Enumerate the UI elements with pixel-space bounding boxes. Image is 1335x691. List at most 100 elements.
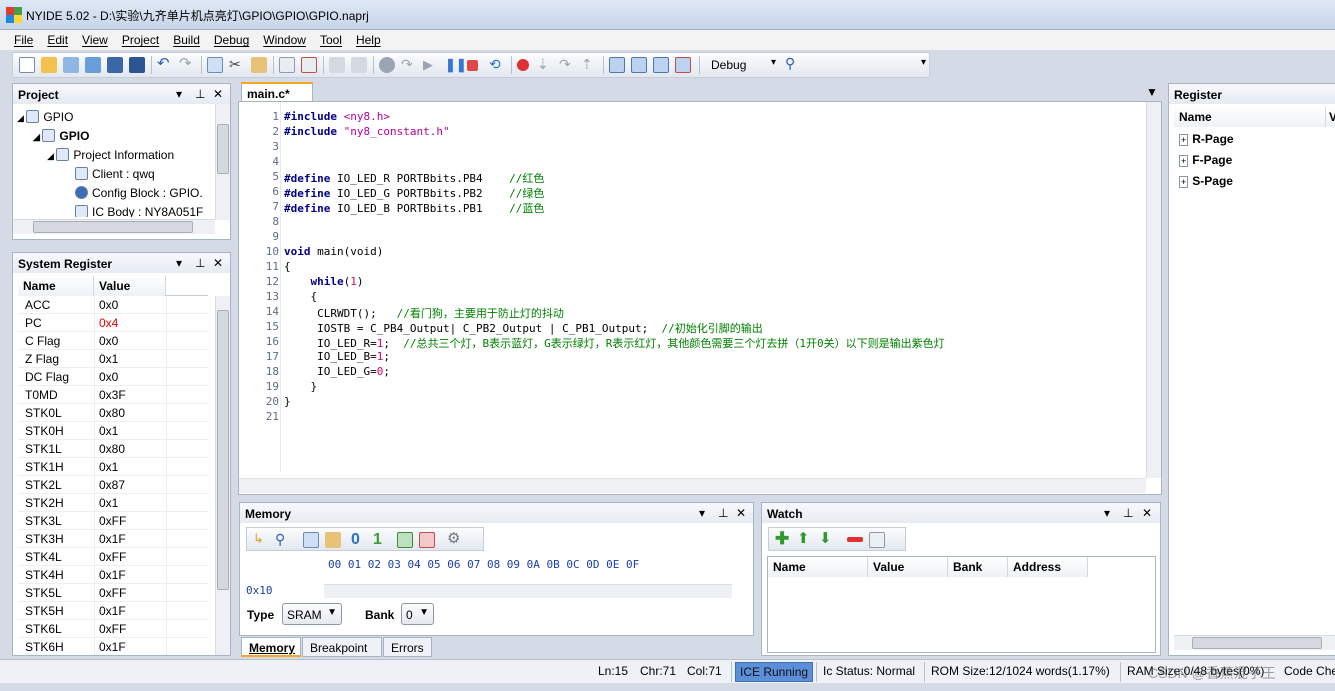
- add-watch-icon[interactable]: ✚: [775, 530, 791, 548]
- tab-memory[interactable]: Memory: [241, 637, 301, 657]
- pause-icon[interactable]: ❚❚: [445, 57, 467, 73]
- close-icon[interactable]: ✕: [213, 256, 223, 270]
- menu-tool[interactable]: Tool: [313, 31, 349, 47]
- paste-icon[interactable]: [251, 57, 267, 73]
- project-vscroll[interactable]: [215, 104, 230, 220]
- register-vscroll[interactable]: [215, 296, 230, 655]
- code-line[interactable]: IO_LED_R=1; //总共三个灯，B表示蓝灯，G表示绿灯，R表示红灯，其他…: [284, 335, 944, 351]
- copy-icon[interactable]: [303, 532, 319, 548]
- run-icon[interactable]: ▶: [423, 57, 439, 73]
- register-row[interactable]: PC 0x4: [18, 314, 208, 332]
- watch-column-value[interactable]: Value: [868, 557, 948, 577]
- close-icon[interactable]: ✕: [736, 506, 746, 520]
- register-row[interactable]: STK2L 0x87: [18, 476, 208, 494]
- tab-breakpoint[interactable]: Breakpoint: [302, 637, 382, 657]
- pin-icon[interactable]: ⊥: [195, 87, 205, 101]
- register-row[interactable]: C Flag 0x0: [18, 332, 208, 350]
- pin-icon[interactable]: ⊥: [195, 256, 205, 270]
- step-out-icon[interactable]: ⇡: [581, 57, 597, 73]
- code-line[interactable]: #include "ny8_constant.h": [284, 125, 450, 138]
- find-icon[interactable]: ⚲: [275, 532, 291, 548]
- code-line[interactable]: IOSTB = C_PB4_Output| C_PB2_Output | C_P…: [284, 320, 763, 336]
- step-into-icon[interactable]: ⇣: [537, 57, 553, 73]
- register-row[interactable]: T0MD 0x3F: [18, 386, 208, 404]
- watch-column-address[interactable]: Address: [1008, 557, 1088, 577]
- breakpoint-icon[interactable]: [517, 59, 529, 71]
- build-config-select[interactable]: Debug ▾: [707, 56, 779, 74]
- tree-item-config-block[interactable]: Config Block : GPIO.: [75, 186, 203, 200]
- menu-file[interactable]: File: [7, 31, 40, 47]
- panel-menu-icon[interactable]: ▾: [176, 87, 182, 101]
- code-line[interactable]: CLRWDT(); //看门狗，主要用于防止灯的抖动: [284, 305, 564, 321]
- register-row[interactable]: STK0H 0x1: [18, 422, 208, 440]
- code-line[interactable]: }: [284, 380, 317, 393]
- tab-errors[interactable]: Errors: [383, 637, 432, 657]
- column-value[interactable]: Value: [94, 276, 166, 296]
- menu-edit[interactable]: Edit: [40, 31, 75, 47]
- code-line[interactable]: #include <ny8.h>: [284, 110, 390, 123]
- code-editor[interactable]: 1 #include <ny8.h> 2 #include "ny8_constant…: [238, 101, 1162, 495]
- pin-icon[interactable]: ⊥: [1123, 506, 1133, 520]
- editor-menu-icon[interactable]: ▼: [1146, 85, 1158, 99]
- register-row[interactable]: STK4L 0xFF: [18, 548, 208, 566]
- undo-icon[interactable]: ↶: [157, 56, 173, 73]
- tree-item-ic-body[interactable]: IC Body : NY8A051F: [75, 205, 203, 217]
- fill-zero-icon[interactable]: 0: [351, 532, 367, 548]
- code-line[interactable]: void main(void): [284, 245, 383, 258]
- remove-watch-icon[interactable]: [847, 537, 863, 542]
- rebuild-icon[interactable]: [351, 57, 367, 73]
- pin-icon[interactable]: ⊥: [718, 506, 728, 520]
- save-icon[interactable]: [107, 57, 123, 73]
- save-as-icon[interactable]: [85, 57, 101, 73]
- tree-item-solution[interactable]: ◢ GPIO: [17, 110, 73, 124]
- paste-icon[interactable]: [325, 532, 341, 548]
- register-row[interactable]: STK6H 0x1F: [18, 638, 208, 655]
- register-row[interactable]: STK3L 0xFF: [18, 512, 208, 530]
- code-line[interactable]: #define IO_LED_G PORTBbits.PB2 //绿色: [284, 185, 544, 201]
- code-line[interactable]: #define IO_LED_B PORTBbits.PB1 //蓝色: [284, 200, 544, 216]
- save-all-icon[interactable]: [129, 57, 145, 73]
- open-project-icon[interactable]: [63, 57, 79, 73]
- watch-view-icon[interactable]: [653, 57, 669, 73]
- register-row[interactable]: Z Flag 0x1: [18, 350, 208, 368]
- close-icon[interactable]: ✕: [1142, 506, 1152, 520]
- import-icon[interactable]: [397, 532, 413, 548]
- register-page-s[interactable]: + S-Page: [1179, 174, 1233, 188]
- clear-all-icon[interactable]: [869, 532, 885, 548]
- bank-select[interactable]: 0 ▼: [401, 603, 434, 625]
- panel-menu-icon[interactable]: ▾: [1104, 506, 1110, 520]
- move-up-icon[interactable]: ⬆: [797, 531, 813, 548]
- menu-view[interactable]: View: [75, 31, 115, 47]
- menu-help[interactable]: Help: [349, 31, 388, 47]
- code-line[interactable]: #define IO_LED_R PORTBbits.PB4 //红色: [284, 170, 544, 186]
- register-row[interactable]: ACC 0x0: [18, 296, 208, 314]
- export-icon[interactable]: [419, 532, 435, 548]
- register-row[interactable]: STK3H 0x1F: [18, 530, 208, 548]
- open-folder-icon[interactable]: [41, 57, 57, 73]
- register-row[interactable]: STK5L 0xFF: [18, 584, 208, 602]
- column-name[interactable]: Name: [18, 276, 94, 296]
- settings-gear-icon[interactable]: ⚙: [447, 531, 463, 548]
- menu-debug[interactable]: Debug: [207, 31, 256, 47]
- cut-icon[interactable]: ✂: [229, 57, 245, 73]
- find-combo[interactable]: ⚲ ▾: [785, 55, 929, 74]
- menu-window[interactable]: Window: [256, 31, 313, 47]
- register-row[interactable]: STK6L 0xFF: [18, 620, 208, 638]
- panel-menu-icon[interactable]: ▾: [699, 506, 705, 520]
- comment-icon[interactable]: [279, 57, 295, 73]
- tree-item-project[interactable]: ◢ GPIO: [33, 129, 89, 143]
- column-name[interactable]: Name: [1174, 107, 1326, 127]
- memory-hscroll[interactable]: [324, 584, 732, 598]
- copy-icon[interactable]: [207, 57, 223, 73]
- build-icon[interactable]: [329, 57, 345, 73]
- redo-icon[interactable]: ↷: [179, 56, 195, 73]
- fill-one-icon[interactable]: 1: [373, 532, 389, 548]
- step-icon[interactable]: ↷: [401, 57, 417, 73]
- project-hscroll[interactable]: [13, 219, 215, 234]
- register-row[interactable]: STK4H 0x1F: [18, 566, 208, 584]
- clear-view-icon[interactable]: [675, 57, 691, 73]
- code-line[interactable]: IO_LED_B=1;: [284, 350, 390, 363]
- column-value[interactable]: V: [1326, 107, 1335, 127]
- stop-icon[interactable]: [467, 60, 478, 71]
- code-line[interactable]: {: [284, 260, 291, 273]
